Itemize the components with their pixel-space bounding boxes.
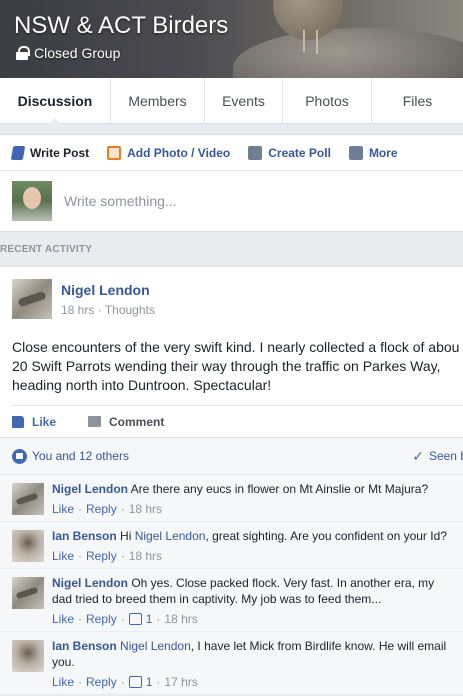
comment-likes-count[interactable]: 1 [146,611,153,627]
tab-files[interactable]: Files [372,78,463,123]
avatar [12,181,52,221]
post-header: Nigel Lendon 18 hrs · Thoughts [0,267,463,319]
comment-item: Ian Benson Hi Nigel Lendon, great sighti… [0,521,463,568]
comment-like-link[interactable]: Like [52,611,74,627]
seen-by-link[interactable]: ✓ Seen by [412,448,463,465]
tab-members[interactable]: Members [111,78,205,123]
comment-author[interactable]: Nigel Lendon [52,482,128,496]
cover-rock-shape [233,28,463,78]
comment-likes-count[interactable]: 1 [146,674,153,690]
group-tabs: Discussion Members Events Photos Files [0,78,463,124]
write-post-button[interactable]: Write Post [10,145,89,160]
comment-text: , great sighting. Are you confident on y… [205,529,447,543]
comment-meta: Like · Reply · 1 · 17 hrs [52,674,198,690]
comment-reply-link[interactable]: Reply [86,674,117,690]
pencil-icon [10,145,26,160]
comment-icon [88,416,102,427]
comment-avatar[interactable] [12,640,44,672]
comment-meta: Like · Reply · 18 hrs [52,548,163,564]
comment-like-link[interactable]: Like [52,674,74,690]
comment-mention[interactable]: Nigel Lendon [120,639,191,653]
post-actions: Like Comment [12,405,463,437]
checkmark-icon: ✓ [412,447,424,464]
tab-photos[interactable]: Photos [283,78,372,123]
comment-like-link[interactable]: Like [52,548,74,564]
thumbs-up-icon [128,613,142,625]
comment-author[interactable]: Ian Benson [52,529,117,543]
lock-icon [16,46,30,60]
post-meta: 18 hrs · Thoughts [61,302,155,317]
thumbs-up-icon [128,676,142,688]
group-privacy-label: Closed Group [34,45,121,61]
comment-text: Are there any eucs in flower on Mt Ainsl… [130,482,429,496]
post-author[interactable]: Nigel Lendon [61,282,155,298]
tab-discussion[interactable]: Discussion [0,78,111,124]
comment-reply-link[interactable]: Reply [86,611,117,627]
composer-input[interactable]: Write something... [0,171,463,231]
post-time[interactable]: 18 hrs [61,303,94,317]
post-privacy: Thoughts [104,302,155,317]
comment-time[interactable]: 18 hrs [129,501,162,517]
comment-avatar[interactable] [12,577,44,609]
comment-item: Nigel Lendon Oh yes. Close packed flock.… [0,568,463,631]
add-photo-button[interactable]: Add Photo / Video [107,145,230,160]
like-button[interactable]: Like [12,415,56,429]
comment-author[interactable]: Ian Benson [52,639,117,653]
more-button[interactable]: More [348,145,398,160]
comment-author[interactable]: Nigel Lendon [52,576,128,590]
thumbs-up-icon [12,415,24,428]
comment-time[interactable]: 17 hrs [164,674,197,690]
comment-avatar[interactable] [12,483,44,515]
like-badge-icon [12,448,27,464]
comment-item: Ian Benson Nigel Lendon, I have let Mick… [0,631,463,694]
group-name[interactable]: NSW & ACT Birders [14,12,228,40]
group-cover-photo: NSW & ACT Birders Closed Group [0,0,463,78]
comment-time[interactable]: 18 hrs [164,611,197,627]
comment-meta: Like · Reply · 18 hrs [52,501,163,517]
comment-reply-link[interactable]: Reply [86,501,117,517]
feed-post: Nigel Lendon 18 hrs · Thoughts Close enc… [0,266,463,437]
comment-button[interactable]: Comment [88,415,164,429]
photo-icon [107,145,122,160]
comment-mention[interactable]: Nigel Lendon [135,529,206,543]
comment-avatar[interactable] [12,530,44,562]
comment-item: Nigel Lendon Are there any eucs in flowe… [0,475,463,521]
poll-icon [248,145,263,160]
group-privacy[interactable]: Closed Group [16,45,120,61]
likes-summary: You and 12 others ✓ Seen by [0,437,463,475]
post-body: Close encounters of the very swift kind.… [12,339,460,393]
comments-list: Nigel Lendon Are there any eucs in flowe… [0,475,463,694]
composer-actions: Write Post Add Photo / Video Create Poll… [0,135,463,171]
more-icon [348,145,363,160]
author-avatar[interactable] [12,279,52,319]
comment-reply-link[interactable]: Reply [86,548,117,564]
post-composer: Write Post Add Photo / Video Create Poll… [0,134,463,232]
comment-meta: Like · Reply · 1 · 18 hrs [52,611,198,627]
likes-count-link[interactable]: You and 12 others [12,448,129,464]
create-poll-button[interactable]: Create Poll [248,145,331,160]
recent-activity-label: RECENT ACTIVITY [0,243,93,255]
comment-like-link[interactable]: Like [52,501,74,517]
tab-events[interactable]: Events [205,78,283,123]
comment-time[interactable]: 18 hrs [129,548,162,564]
comment-greeting: Hi [120,529,132,543]
composer-placeholder[interactable]: Write something... [64,193,177,209]
